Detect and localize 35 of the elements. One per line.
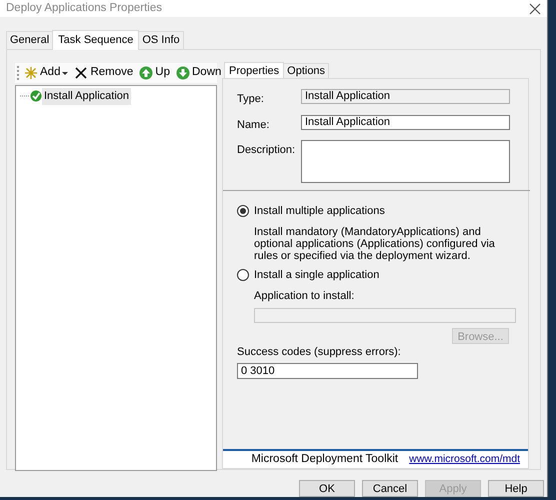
tab[interactable]: General — [6, 31, 54, 49]
tab[interactable]: Task Sequence — [52, 30, 140, 50]
toolbar-button[interactable]: Add — [23, 64, 70, 82]
check-icon — [30, 90, 42, 102]
website-link[interactable]: www.microsoft.com/mdt — [409, 452, 520, 468]
toolbar-button[interactable]: Up — [138, 64, 171, 82]
tab[interactable]: OS Info — [138, 31, 184, 49]
field-label: Success codes (suppress errors): — [237, 345, 402, 360]
product-name: Microsoft Deployment Toolkit — [251, 452, 398, 467]
radio-label: Install multiple applications — [254, 204, 385, 219]
up-arrow-icon — [139, 66, 154, 80]
dialog-button[interactable]: Help — [488, 480, 544, 497]
tree-item[interactable]: Install Application — [42, 88, 131, 104]
field-label: Type: — [237, 92, 265, 107]
down-arrow-icon — [176, 66, 190, 80]
dialog-button[interactable]: Cancel — [362, 480, 418, 497]
sparkle-icon — [24, 66, 38, 80]
dialog-button[interactable]: OK — [299, 480, 355, 497]
description-field[interactable] — [301, 140, 510, 183]
radio-button[interactable] — [237, 268, 249, 281]
remove-icon — [74, 66, 88, 80]
text-field[interactable]: Install Application — [301, 89, 510, 104]
toolbar-button[interactable]: Remove — [73, 64, 134, 82]
tab[interactable]: Properties — [224, 62, 284, 78]
close-icon — [529, 2, 541, 15]
toolbar-button[interactable]: Down — [175, 64, 222, 82]
success-codes-field[interactable]: 0 3010 — [237, 362, 418, 379]
radio-button[interactable] — [237, 205, 249, 218]
field-label: Name: — [237, 118, 270, 132]
option-description: Install mandatory (MandatoryApplications) and optional applications (Applications) configured via rules or specified via the deployment wizard. — [253, 224, 496, 264]
text-field[interactable]: Install Application — [301, 114, 510, 130]
field-label: Application to install: — [254, 289, 356, 304]
radio-label: Install a single application — [254, 268, 380, 282]
field-label: Description: — [237, 143, 296, 158]
window-title: Deploy Applications Properties — [6, 1, 162, 16]
